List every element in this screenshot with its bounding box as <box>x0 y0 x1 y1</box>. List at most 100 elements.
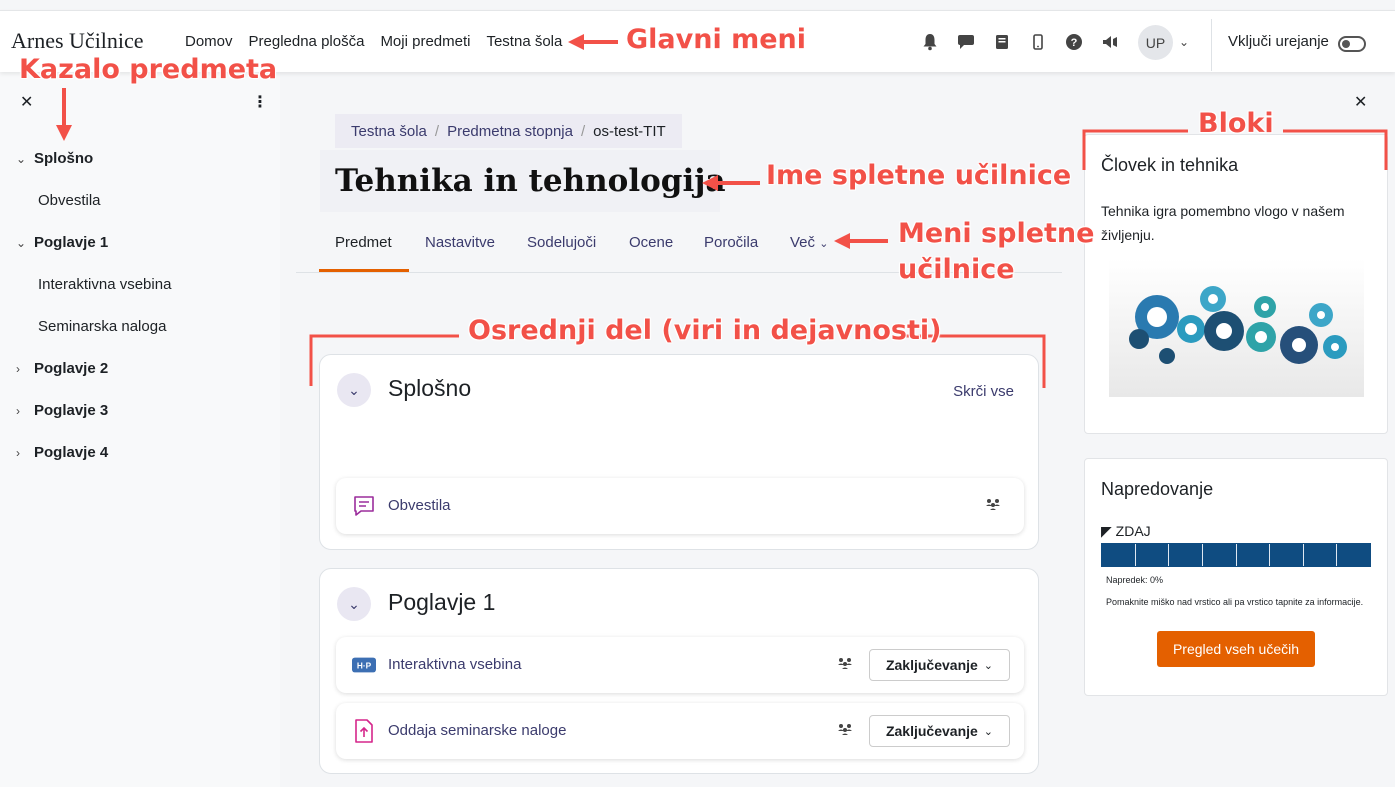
course-index-section[interactable]: ⌄ Poglavje 1 <box>16 234 108 251</box>
chevron-down-icon[interactable]: ⌄ <box>1179 35 1189 49</box>
progress-hint: Pomaknite miško nad vrstico ali pa vrsti… <box>1106 597 1364 607</box>
activity-link[interactable]: Interaktivna vsebina <box>388 656 521 673</box>
breadcrumb-separator: / <box>434 122 440 140</box>
h5p-icon: H·P <box>352 653 376 677</box>
section-title[interactable]: Splošno <box>388 375 471 402</box>
block-title: Napredovanje <box>1101 479 1214 499</box>
chevron-down-icon: ⌄ <box>16 236 27 250</box>
breadcrumb-item[interactable]: Predmetna stopnja <box>447 123 573 140</box>
assignment-icon <box>352 719 376 743</box>
html-block: Človek in tehnika Tehnika igra pomembno … <box>1084 134 1388 434</box>
course-index-section[interactable]: › Poglavje 3 <box>16 402 108 419</box>
annotation-main-menu: Glavni meni <box>626 24 807 55</box>
site-brand[interactable]: Arnes Učilnice <box>11 28 144 54</box>
now-indicator: ◤ ZDAJ <box>1101 523 1151 539</box>
book-icon[interactable] <box>984 31 1020 53</box>
progress-segment[interactable] <box>1102 544 1136 566</box>
progress-percent: Napredek: 0% <box>1106 575 1164 585</box>
course-section: ⌄ Splošno Skrči vse Obvestila <box>319 354 1039 550</box>
section-title[interactable]: Poglavje 1 <box>388 589 495 616</box>
course-index-activity[interactable]: Seminarska naloga <box>38 318 166 335</box>
gears-illustration <box>1109 259 1364 397</box>
completion-dropdown[interactable]: Zaključevanje ⌄ <box>869 715 1010 747</box>
activity-card: Oddaja seminarske naloge Zaključevanje ⌄ <box>336 703 1024 759</box>
chevron-down-icon: ⌄ <box>819 238 829 250</box>
annotation-blocks: Bloki <box>1198 108 1274 139</box>
breadcrumb-separator: / <box>580 122 586 140</box>
page-title: Tehnika in tehnologija <box>335 163 726 199</box>
breadcrumb-current: os-test-TIT <box>593 122 666 140</box>
nav-my-courses[interactable]: Moji predmeti <box>380 33 470 50</box>
annotation-course-index: Kazalo predmeta <box>19 54 278 85</box>
primary-navigation: Domov Pregledna plošča Moji predmeti Tes… <box>185 33 562 50</box>
edit-mode-label: Vključi urejanje <box>1228 33 1329 50</box>
chevron-right-icon: › <box>16 362 20 376</box>
course-section: ⌄ Poglavje 1 H·P Interaktivna vsebina Za… <box>319 568 1039 774</box>
activity-card: H·P Interaktivna vsebina Zaključevanje ⌄ <box>336 637 1024 693</box>
nav-home[interactable]: Domov <box>185 33 233 50</box>
block-text: Tehnika igra pomembno vlogo v našem živl… <box>1101 203 1345 243</box>
progress-segment[interactable] <box>1303 544 1338 566</box>
nav-dashboard[interactable]: Pregledna plošča <box>249 33 365 50</box>
course-index-activity[interactable]: Interaktivna vsebina <box>38 276 171 293</box>
annotation-course-name: Ime spletne učilnice <box>766 160 1072 191</box>
kebab-menu-icon[interactable]: ⋮ <box>252 92 268 112</box>
chevron-down-icon[interactable]: ⌄ <box>337 373 371 407</box>
svg-text:H·P: H·P <box>357 661 372 671</box>
chevron-right-icon: › <box>16 446 20 460</box>
active-tab-indicator <box>319 269 409 272</box>
overview-students-button[interactable]: Pregled vseh učečih <box>1157 631 1315 667</box>
chevron-down-icon: ⌄ <box>16 152 27 166</box>
bell-icon[interactable] <box>912 31 948 53</box>
tab-settings[interactable]: Nastavitve <box>425 234 495 251</box>
groups-icon[interactable] <box>837 656 853 673</box>
tab-more[interactable]: Več ⌄ <box>790 234 828 251</box>
course-index-activity[interactable]: Obvestila <box>38 192 101 209</box>
activity-link[interactable]: Obvestila <box>388 497 451 514</box>
edit-mode-toggle[interactable] <box>1338 36 1366 52</box>
messages-icon[interactable] <box>948 31 984 53</box>
activity-link[interactable]: Oddaja seminarske naloge <box>388 722 566 739</box>
help-icon[interactable]: ? <box>1056 31 1092 53</box>
block-title: Človek in tehnika <box>1101 155 1239 175</box>
tab-grades[interactable]: Ocene <box>629 234 673 251</box>
tab-course[interactable]: Predmet <box>335 234 392 251</box>
navbar-divider <box>1211 19 1212 71</box>
close-icon[interactable]: ✕ <box>1354 92 1367 112</box>
mobile-app-icon[interactable] <box>1020 31 1056 53</box>
chevron-down-icon[interactable]: ⌄ <box>337 587 371 621</box>
tab-reports[interactable]: Poročila <box>704 234 758 251</box>
progress-segment[interactable] <box>1169 544 1203 566</box>
block-drawer: ✕ Človek in tehnika Tehnika igra pomembn… <box>1078 72 1395 787</box>
course-index-section[interactable]: › Poglavje 2 <box>16 360 108 377</box>
nav-icons: ? <box>912 31 1128 53</box>
progress-segment[interactable] <box>1135 544 1170 566</box>
chevron-down-icon: ⌄ <box>983 659 994 672</box>
chevron-right-icon: › <box>16 404 20 418</box>
collapse-all-link[interactable]: Skrči vse <box>953 383 1014 400</box>
annotation-course-menu-line2: učilnice <box>898 254 1015 285</box>
progress-segment[interactable] <box>1202 544 1237 566</box>
progress-segment[interactable] <box>1270 544 1304 566</box>
close-icon[interactable]: ✕ <box>20 92 33 112</box>
nav-test-school[interactable]: Testna šola <box>486 33 562 50</box>
announcement-icon[interactable] <box>1092 31 1128 53</box>
breadcrumb-item[interactable]: Testna šola <box>351 123 427 140</box>
annotation-course-menu: Meni spletne <box>898 218 1095 249</box>
progress-bar[interactable] <box>1101 543 1371 567</box>
user-avatar[interactable]: UP <box>1138 25 1173 60</box>
groups-icon[interactable] <box>837 722 853 739</box>
completion-dropdown[interactable]: Zaključevanje ⌄ <box>869 649 1010 681</box>
progress-segment[interactable] <box>1337 544 1370 566</box>
now-marker-icon: ◤ <box>1101 523 1112 539</box>
progress-block: Napredovanje ◤ ZDAJ Napredek: 0% Pomakni… <box>1084 458 1388 696</box>
breadcrumb: Testna šola / Predmetna stopnja / os-tes… <box>335 114 682 148</box>
course-index-section[interactable]: › Poglavje 4 <box>16 444 108 461</box>
course-index-section[interactable]: ⌄ Splošno <box>16 150 93 167</box>
progress-segment[interactable] <box>1236 544 1271 566</box>
forum-icon <box>352 494 376 518</box>
tab-participants[interactable]: Sodelujoči <box>527 234 596 251</box>
groups-icon[interactable] <box>985 497 1001 514</box>
course-index-drawer: ✕ ⋮ ⌄ Splošno Obvestila ⌄ Poglavje 1 Inter… <box>0 72 280 787</box>
activity-card: Obvestila <box>336 478 1024 534</box>
